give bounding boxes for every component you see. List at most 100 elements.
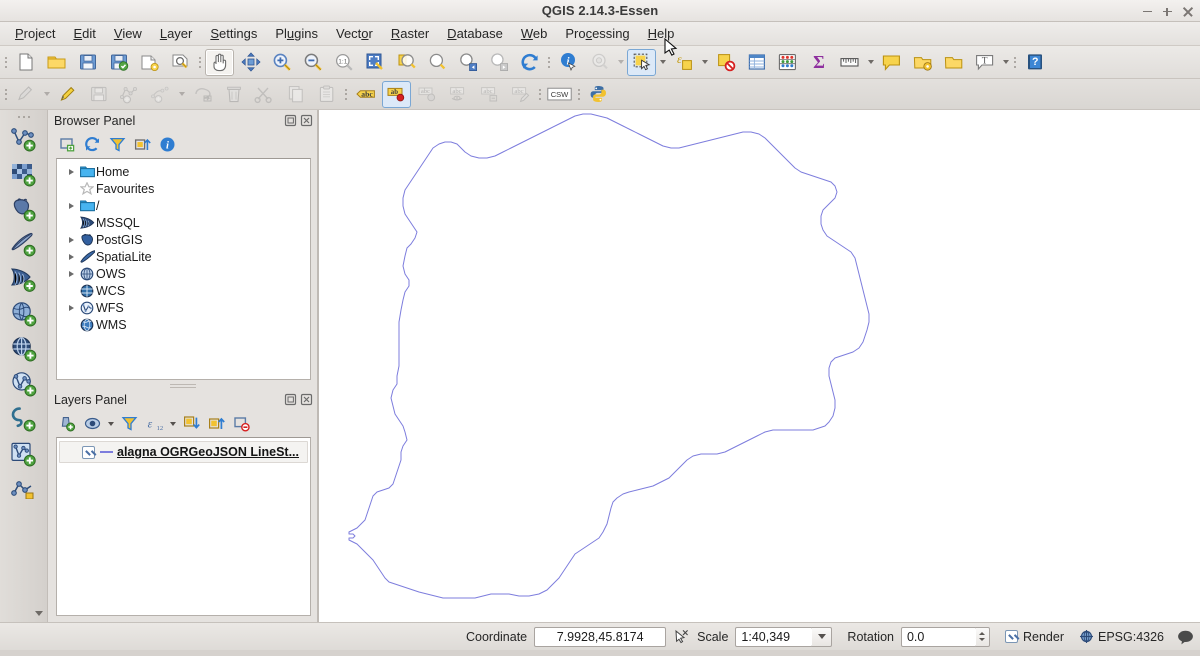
menu-database[interactable]: Database xyxy=(438,24,512,43)
measure-dropdown[interactable] xyxy=(865,49,876,76)
menu-web[interactable]: Web xyxy=(512,24,557,43)
browser-tree-item[interactable]: OWS xyxy=(63,265,310,282)
menu-help[interactable]: Help xyxy=(639,24,684,43)
add-mssql-layer-icon[interactable] xyxy=(5,262,43,295)
new-shapefile-layer-icon[interactable] xyxy=(5,472,43,505)
node-tool-icon[interactable] xyxy=(188,81,217,108)
save-layer-edits-icon[interactable] xyxy=(84,81,113,108)
zoom-to-selection-icon[interactable] xyxy=(391,49,420,76)
expand-arrow-icon[interactable] xyxy=(65,237,78,243)
add-delimited-text-layer-icon[interactable] xyxy=(5,402,43,435)
refresh-icon[interactable] xyxy=(81,134,104,156)
open-attribute-table-icon[interactable] xyxy=(742,49,771,76)
toolbar-grip[interactable] xyxy=(1011,49,1019,75)
zoom-to-layer-icon[interactable] xyxy=(422,49,451,76)
add-raster-layer-icon[interactable] xyxy=(5,157,43,190)
zoom-full-icon[interactable] xyxy=(360,49,389,76)
open-project-icon[interactable] xyxy=(42,49,71,76)
add-spatialite-layer-icon[interactable] xyxy=(5,227,43,260)
scale-input[interactable]: 1:40,349 xyxy=(735,626,814,647)
menu-edit[interactable]: Edit xyxy=(64,24,104,43)
collapse-all-icon[interactable] xyxy=(131,134,154,156)
current-edits-icon[interactable] xyxy=(11,81,40,108)
filter-legend-dropdown[interactable] xyxy=(168,413,178,435)
zoom-last-icon[interactable] xyxy=(453,49,482,76)
browser-tree-item[interactable]: MSSQL xyxy=(63,214,310,231)
menu-project[interactable]: Project xyxy=(6,24,64,43)
layers-tree-container[interactable]: alagna OGRGeoJSON LineSt... xyxy=(56,437,311,616)
browser-tree-item[interactable]: Favourites xyxy=(63,180,310,197)
cut-features-icon[interactable] xyxy=(250,81,279,108)
show-hide-labels-icon[interactable]: abc xyxy=(413,81,442,108)
panel-splitter[interactable] xyxy=(48,380,317,389)
pan-map-icon[interactable] xyxy=(205,48,234,76)
scale-dropdown-button[interactable] xyxy=(812,626,833,647)
layer-visibility-checkbox[interactable] xyxy=(82,445,95,459)
change-label-icon[interactable]: abc xyxy=(506,81,535,108)
menu-view[interactable]: View xyxy=(105,24,151,43)
composer-manager-icon[interactable] xyxy=(166,49,195,76)
render-checkbox[interactable] xyxy=(1004,630,1018,643)
rotate-label-icon[interactable]: abc xyxy=(475,81,504,108)
menu-vector[interactable]: Vector xyxy=(327,24,382,43)
add-vector-layer-icon[interactable] xyxy=(5,122,43,155)
toggle-extents-icon[interactable] xyxy=(673,628,690,645)
add-group-icon[interactable] xyxy=(56,413,79,435)
expand-arrow-icon[interactable] xyxy=(65,305,78,311)
toggle-editing-icon[interactable] xyxy=(53,81,82,108)
minimize-button[interactable] xyxy=(1142,6,1153,17)
run-feature-action-dropdown[interactable] xyxy=(615,49,626,76)
filter-browser-icon[interactable] xyxy=(106,134,129,156)
crs-globe-icon[interactable] xyxy=(1079,629,1094,644)
pan-to-selection-icon[interactable] xyxy=(236,49,265,76)
layers-panel-close-button[interactable] xyxy=(300,393,313,406)
statistical-summary-icon[interactable]: Σ xyxy=(804,49,833,76)
browser-tree-item[interactable]: / xyxy=(63,197,310,214)
help-contents-icon[interactable]: ? xyxy=(1020,49,1049,76)
pin-labels-icon[interactable]: ab xyxy=(382,80,411,108)
toolbar-grip[interactable] xyxy=(545,49,553,75)
toolbar-grip[interactable] xyxy=(575,81,583,107)
toolbar-grip[interactable] xyxy=(196,49,204,75)
expand-arrow-icon[interactable] xyxy=(65,271,78,277)
add-virtual-layer-icon[interactable] xyxy=(5,437,43,470)
menu-settings[interactable]: Settings xyxy=(201,24,266,43)
copy-features-icon[interactable] xyxy=(281,81,310,108)
text-annotation-icon[interactable]: T xyxy=(970,49,999,76)
move-feature-icon[interactable] xyxy=(146,81,175,108)
add-wcs-layer-icon[interactable] xyxy=(5,297,43,330)
zoom-native-icon[interactable]: 1:1 xyxy=(329,49,358,76)
rotation-spinner[interactable] xyxy=(975,626,990,647)
coordinate-input[interactable]: 7.9928,45.8174 xyxy=(534,626,667,647)
new-print-composer-icon[interactable] xyxy=(135,49,164,76)
map-canvas[interactable] xyxy=(318,110,1200,622)
zoom-next-icon[interactable] xyxy=(484,49,513,76)
menu-processing[interactable]: Processing xyxy=(556,24,638,43)
browser-tree-item[interactable]: SpatiaLite xyxy=(63,248,310,265)
rotation-input[interactable]: 0.0 xyxy=(900,626,977,647)
add-wms-layer-icon[interactable] xyxy=(5,332,43,365)
identify-features-icon[interactable]: i xyxy=(554,49,583,76)
browser-tree-item[interactable]: WCS xyxy=(63,282,310,299)
browser-panel-close-button[interactable] xyxy=(300,114,313,127)
deselect-icon[interactable]: ε xyxy=(669,49,698,76)
annotation-dropdown[interactable] xyxy=(1000,49,1011,76)
layers-panel-float-button[interactable] xyxy=(284,393,297,406)
select-features-icon[interactable] xyxy=(627,48,656,76)
add-wfs-layer-icon[interactable] xyxy=(5,367,43,400)
browser-panel-float-button[interactable] xyxy=(284,114,297,127)
toolbar-grip[interactable] xyxy=(342,81,350,107)
manage-visibility-dropdown[interactable] xyxy=(106,413,116,435)
select-features-dropdown[interactable] xyxy=(657,49,668,76)
save-project-icon[interactable] xyxy=(73,49,102,76)
toolbar-grip[interactable] xyxy=(536,81,544,107)
deselect-all-icon[interactable] xyxy=(711,49,740,76)
toolbar-grip[interactable] xyxy=(2,49,10,75)
toolbar-grip[interactable] xyxy=(2,81,10,107)
deselect-dropdown[interactable] xyxy=(699,49,710,76)
crs-label[interactable]: EPSG:4326 xyxy=(1098,630,1164,644)
browser-tree-item[interactable]: Home xyxy=(63,163,310,180)
show-labels-icon[interactable]: abc xyxy=(351,81,380,108)
manage-visibility-icon[interactable] xyxy=(81,413,104,435)
layer-tree-item[interactable]: alagna OGRGeoJSON LineSt... xyxy=(59,441,308,463)
